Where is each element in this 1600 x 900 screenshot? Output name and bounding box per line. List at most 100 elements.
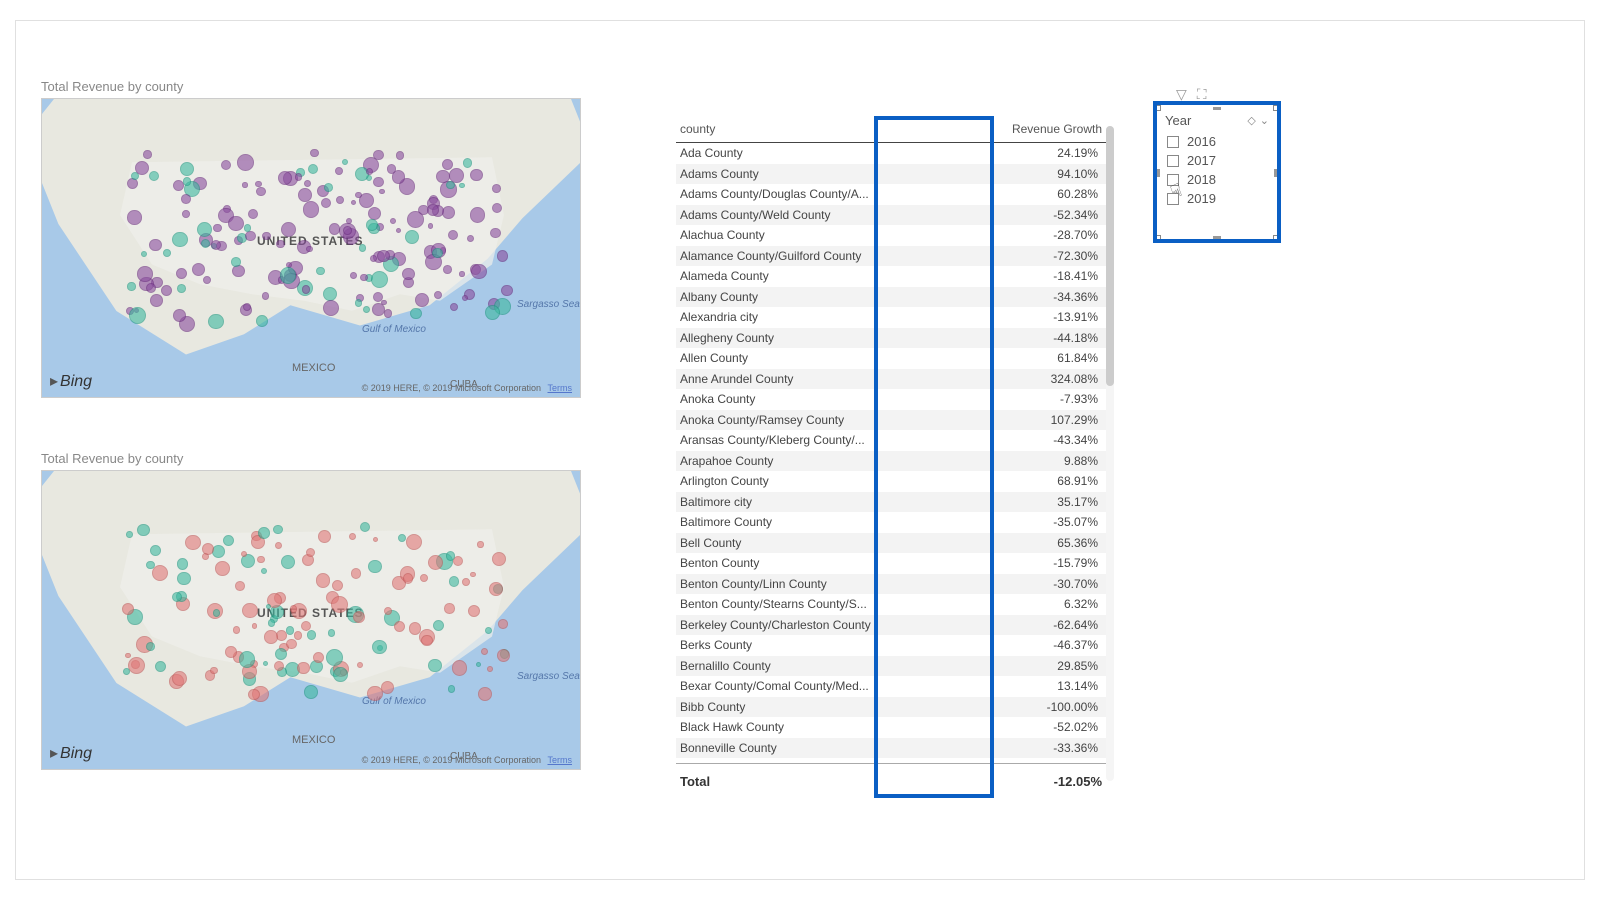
map-bubble[interactable] [497, 649, 510, 662]
resize-handle[interactable] [1155, 105, 1161, 111]
scroll-thumb[interactable] [1106, 126, 1114, 386]
map-bubble[interactable] [303, 201, 319, 217]
map-bubble[interactable] [436, 170, 449, 183]
map-bubble[interactable] [286, 639, 296, 649]
map-bubble[interactable] [180, 162, 194, 176]
map-bubble[interactable] [316, 267, 324, 275]
map-bubble[interactable] [256, 315, 268, 327]
map-bubble[interactable] [384, 607, 392, 615]
map-visual-1[interactable]: Total Revenue by county UNITED STATES ME… [41, 79, 581, 398]
map-bubble[interactable] [215, 561, 230, 576]
map-bubble[interactable] [177, 558, 188, 569]
map-bubble[interactable] [128, 657, 145, 674]
map-bubble[interactable] [357, 662, 363, 668]
map-bubble[interactable] [396, 151, 404, 159]
map-bubble[interactable] [444, 603, 454, 613]
map-bubble[interactable] [459, 271, 464, 276]
map-bubble[interactable] [402, 268, 414, 280]
map-bubble[interactable] [182, 210, 190, 218]
map-bubble[interactable] [350, 272, 357, 279]
table-row[interactable]: Alameda County-18.41% [676, 266, 1106, 287]
map-bubble[interactable] [212, 545, 225, 558]
map-bubble[interactable] [276, 240, 284, 248]
table-row[interactable]: Arlington County68.91% [676, 471, 1106, 492]
map-bubble[interactable] [324, 183, 333, 192]
table-row[interactable]: Arapahoe County9.88% [676, 451, 1106, 472]
resize-handle[interactable] [1157, 169, 1160, 177]
map-bubble[interactable] [298, 188, 312, 202]
slicer-item-2016[interactable]: 2016 [1159, 132, 1275, 151]
map-bubble[interactable] [373, 150, 383, 160]
map-bubble[interactable] [442, 206, 455, 219]
map-bubble[interactable] [477, 541, 483, 547]
map-bubble[interactable] [244, 224, 252, 232]
map-bubble[interactable] [372, 303, 385, 316]
map-bubble[interactable] [373, 177, 383, 187]
map-bubble[interactable] [360, 274, 368, 282]
map-bubble[interactable] [304, 685, 318, 699]
map-bubble[interactable] [127, 282, 135, 290]
map-bubble[interactable] [470, 572, 475, 577]
table-row[interactable]: Adams County/Douglas County/A...60.28% [676, 184, 1106, 205]
map-bubble[interactable] [490, 228, 500, 238]
map-bubble[interactable] [487, 666, 493, 672]
map-bubble[interactable] [231, 257, 241, 267]
map-bubble[interactable] [432, 248, 442, 258]
map-bubble[interactable] [373, 292, 383, 302]
table-row[interactable]: Bernalillo County29.85% [676, 656, 1106, 677]
table-row[interactable]: Adams County/Weld County-52.34% [676, 205, 1106, 226]
map-bubble[interactable] [264, 630, 278, 644]
slicer-item-2017[interactable]: 2017 [1159, 151, 1275, 170]
map-bubble[interactable] [146, 642, 155, 651]
map-bubble[interactable] [185, 535, 201, 551]
map-bubble[interactable] [450, 303, 458, 311]
map-bubble[interactable] [428, 659, 441, 672]
table-row[interactable]: Anne Arundel County324.08% [676, 369, 1106, 390]
resize-handle[interactable] [1213, 107, 1221, 110]
table-row[interactable]: Alachua County-28.70% [676, 225, 1106, 246]
map-bubble[interactable] [329, 223, 341, 235]
map-bubble[interactable] [463, 158, 473, 168]
table-row[interactable]: Allen County61.84% [676, 348, 1106, 369]
map-bubble[interactable] [242, 182, 247, 187]
map-bubble[interactable] [428, 223, 433, 228]
map-bubble[interactable] [290, 605, 298, 613]
table-row[interactable]: Berks County-46.37% [676, 635, 1106, 656]
map-visual-2[interactable]: Total Revenue by county UNITED STATES ME… [41, 451, 581, 770]
map-bubble[interactable] [181, 194, 191, 204]
resize-handle[interactable] [1213, 236, 1221, 239]
map-bubble[interactable] [202, 543, 214, 555]
map-bubble[interactable] [183, 177, 191, 185]
map-bubble[interactable] [476, 662, 481, 667]
table-row[interactable]: Bell County65.36% [676, 533, 1106, 554]
map-bubble[interactable] [248, 209, 258, 219]
map-bubble[interactable] [173, 180, 184, 191]
map-bubble[interactable] [149, 239, 161, 251]
table-row[interactable]: Bonneville County-33.36% [676, 738, 1106, 759]
map-bubble[interactable] [366, 219, 378, 231]
map-bubble[interactable] [481, 648, 489, 656]
header-revenue-growth[interactable]: Revenue Growth [988, 116, 1106, 142]
map-bubble[interactable] [497, 250, 509, 262]
map-bubble[interactable] [498, 619, 507, 628]
map-bubble[interactable] [286, 626, 294, 634]
map-bubble[interactable] [143, 150, 151, 158]
header-county[interactable]: county [676, 116, 988, 142]
clear-selections-icon[interactable]: ◇ [1247, 114, 1255, 127]
map2-viewport[interactable]: UNITED STATES MEXICO CUBA Sargasso Sea G… [41, 470, 581, 770]
map-bubble[interactable] [326, 649, 343, 666]
map-bubble[interactable] [396, 228, 401, 233]
map-bubble[interactable] [372, 640, 387, 655]
map-bubble[interactable] [381, 681, 395, 695]
map-bubble[interactable] [150, 545, 161, 556]
map-bubble[interactable] [415, 293, 429, 307]
table-row[interactable]: Anoka County/Ramsey County107.29% [676, 410, 1106, 431]
map-bubble[interactable] [351, 568, 362, 579]
year-slicer[interactable]: Year ◇ ⌄ 2016201720182019 [1159, 109, 1275, 237]
map-bubble[interactable] [275, 648, 287, 660]
map-bubble[interactable] [126, 531, 133, 538]
map-bubble[interactable] [242, 603, 257, 618]
map-bubble[interactable] [485, 627, 492, 634]
resize-handle[interactable] [1155, 235, 1161, 241]
map-bubble[interactable] [371, 271, 388, 288]
